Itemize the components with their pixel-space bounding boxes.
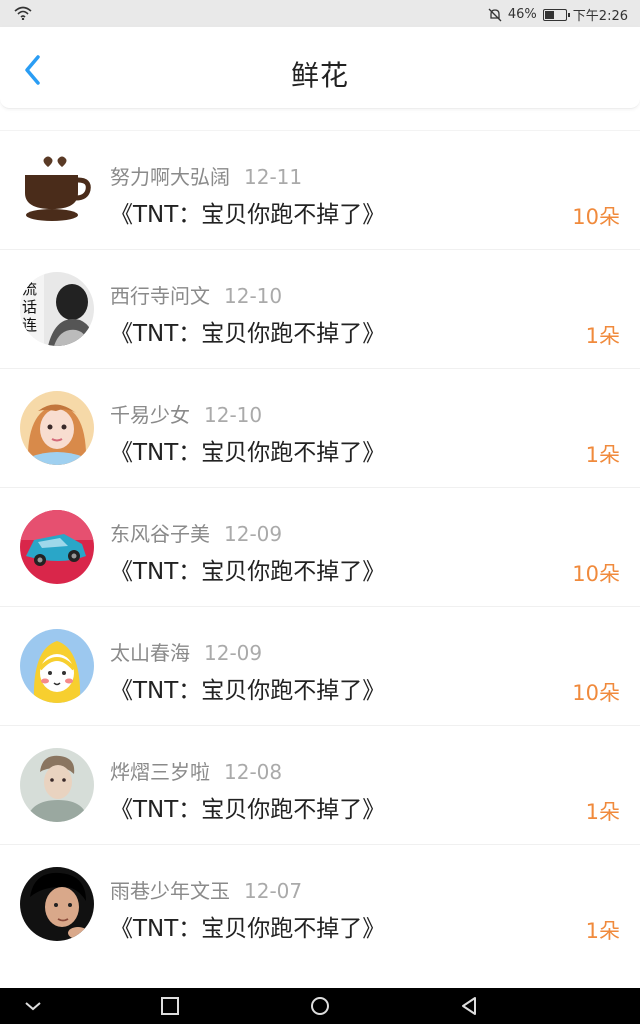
wifi-icon	[14, 6, 32, 20]
book-title: 《TNT：宝贝你跑不掉了》	[110, 797, 386, 823]
flower-count: 10朵	[572, 205, 620, 229]
status-bar: 46% 下午2:26	[0, 0, 640, 27]
home-button[interactable]	[309, 996, 331, 1016]
avatar[interactable]: 流 话 连	[20, 272, 94, 346]
date: 12-09	[204, 641, 263, 665]
user-name[interactable]: 雨巷少年文玉	[110, 879, 230, 903]
date: 12-09	[224, 522, 283, 546]
flower-count: 1朵	[585, 919, 620, 943]
avatar[interactable]	[20, 629, 94, 703]
flower-count: 10朵	[572, 681, 620, 705]
system-nav-bar	[0, 988, 640, 1024]
user-name[interactable]: 东风谷子美	[110, 522, 210, 546]
battery-icon	[542, 8, 570, 21]
avatar[interactable]	[20, 748, 94, 822]
chevron-down-icon[interactable]	[22, 996, 44, 1016]
mute-bell-icon	[488, 8, 502, 21]
avatar[interactable]	[20, 867, 94, 941]
list-item[interactable]: 流 话 连 西行寺问文 12-10 《TNT：宝贝你跑不掉了》 1朵	[0, 249, 640, 368]
book-title: 《TNT：宝贝你跑不掉了》	[110, 916, 386, 942]
list-item[interactable]: 雨巷少年文玉 12-07 《TNT：宝贝你跑不掉了》 1朵	[0, 844, 640, 963]
recent-apps-button[interactable]	[159, 996, 181, 1016]
user-name[interactable]: 千易少女	[110, 403, 190, 427]
battery-fill	[544, 10, 554, 19]
book-title: 《TNT：宝贝你跑不掉了》	[110, 678, 386, 704]
user-name[interactable]: 西行寺问文	[110, 284, 210, 308]
user-name[interactable]: 烨熠三岁啦	[110, 760, 210, 784]
back-nav-button[interactable]	[458, 996, 480, 1016]
user-name[interactable]: 努力啊大弘阔	[110, 165, 230, 189]
avatar[interactable]	[20, 153, 94, 227]
clock: 下午2:26	[572, 9, 628, 24]
date: 12-11	[244, 165, 303, 189]
page-title: 鲜花	[290, 59, 349, 92]
avatar[interactable]	[20, 391, 94, 465]
svg-text:话: 话	[22, 298, 37, 316]
book-title: 《TNT：宝贝你跑不掉了》	[110, 202, 386, 228]
svg-text:流: 流	[22, 280, 37, 298]
battery-percent: 46%	[507, 7, 537, 22]
date: 12-10	[224, 284, 283, 308]
flower-count: 1朵	[585, 324, 620, 348]
avatar[interactable]	[20, 510, 94, 584]
list-item[interactable]: 千易少女 12-10 《TNT：宝贝你跑不掉了》 1朵	[0, 368, 640, 487]
page-header: 鲜花	[0, 27, 640, 109]
book-title: 《TNT：宝贝你跑不掉了》	[110, 321, 386, 347]
date: 12-08	[224, 760, 283, 784]
list-item[interactable]: 太山春海 12-09 《TNT：宝贝你跑不掉了》 10朵	[0, 606, 640, 725]
date: 12-10	[204, 403, 263, 427]
user-name[interactable]: 太山春海	[110, 641, 190, 665]
list-item[interactable]: 烨熠三岁啦 12-08 《TNT：宝贝你跑不掉了》 1朵	[0, 725, 640, 844]
svg-text:连: 连	[22, 316, 37, 334]
book-title: 《TNT：宝贝你跑不掉了》	[110, 559, 386, 585]
list-item[interactable]: 努力啊大弘阔 12-11 《TNT：宝贝你跑不掉了》 10朵	[0, 130, 640, 249]
book-title: 《TNT：宝贝你跑不掉了》	[110, 440, 386, 466]
flower-count: 1朵	[585, 443, 620, 467]
flower-count: 1朵	[585, 800, 620, 824]
flower-count: 10朵	[572, 562, 620, 586]
date: 12-07	[244, 879, 303, 903]
list-item[interactable]: 东风谷子美 12-09 《TNT：宝贝你跑不掉了》 10朵	[0, 487, 640, 606]
flower-list: 努力啊大弘阔 12-11 《TNT：宝贝你跑不掉了》 10朵 流 话 连 西行寺问…	[0, 130, 640, 963]
